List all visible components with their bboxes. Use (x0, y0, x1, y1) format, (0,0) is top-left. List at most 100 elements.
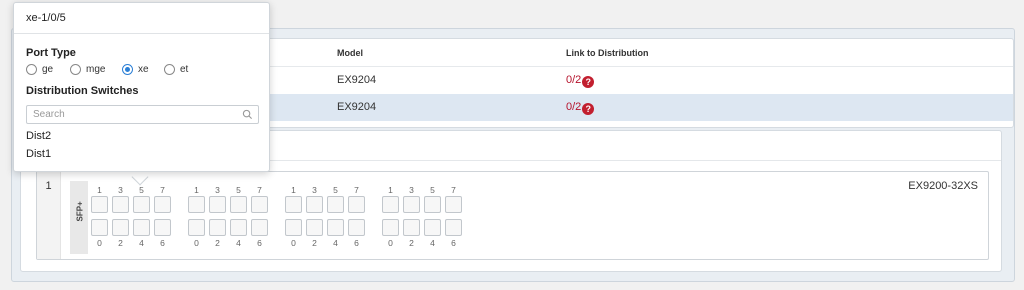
port-number-top: 1 (97, 185, 102, 195)
port-number-top: 7 (160, 185, 165, 195)
port[interactable] (91, 219, 108, 236)
port[interactable] (188, 196, 205, 213)
port[interactable] (348, 219, 365, 236)
port[interactable] (403, 219, 420, 236)
radio-circle (26, 64, 37, 75)
port[interactable] (209, 196, 226, 213)
port[interactable] (382, 196, 399, 213)
port-number-top: 3 (215, 185, 220, 195)
row-1-model: EX9204 (337, 74, 377, 86)
port[interactable] (424, 196, 441, 213)
port[interactable] (112, 196, 129, 213)
search-placeholder: Search (33, 109, 65, 120)
radio-et[interactable]: et (164, 64, 188, 75)
radio-ge-label: ge (42, 64, 54, 75)
port[interactable] (230, 219, 247, 236)
sfp-group-label: SFP+ (75, 201, 85, 222)
row-2-link[interactable]: 0/2? (566, 101, 595, 115)
port[interactable] (445, 219, 462, 236)
dist-item[interactable]: Dist1 (26, 148, 51, 160)
port[interactable] (209, 219, 226, 236)
port-number-top: 1 (291, 185, 296, 195)
port[interactable] (91, 196, 108, 213)
port[interactable] (188, 219, 205, 236)
port-number-bottom: 0 (291, 238, 296, 248)
row-2-model: EX9204 (337, 101, 377, 113)
radio-circle (70, 64, 81, 75)
port-number-top: 1 (388, 185, 393, 195)
port[interactable] (327, 196, 344, 213)
chassis-view (36, 171, 989, 260)
port[interactable] (327, 219, 344, 236)
port-number-bottom: 6 (354, 238, 359, 248)
port[interactable] (285, 219, 302, 236)
header-link-to-distribution: Link to Distribution (566, 48, 649, 58)
help-icon[interactable]: ? (582, 76, 595, 88)
dist-item[interactable]: Dist2 (26, 130, 51, 142)
port[interactable] (230, 196, 247, 213)
radio-xe[interactable]: xe (122, 64, 149, 75)
port-number-top: 7 (451, 185, 456, 195)
port[interactable] (251, 219, 268, 236)
port[interactable] (154, 219, 171, 236)
radio-ge[interactable]: ge (26, 64, 53, 75)
radio-circle (164, 64, 175, 75)
line-card-model: EX9200-32XS (908, 180, 978, 192)
port-number-bottom: 2 (409, 238, 414, 248)
port-number-bottom: 2 (312, 238, 317, 248)
port-number-top: 7 (354, 185, 359, 195)
popover-title: xe-1/0/5 (26, 12, 66, 24)
port-number-top: 5 (333, 185, 338, 195)
port-number-top: 5 (430, 185, 435, 195)
port-number-bottom: 6 (257, 238, 262, 248)
port[interactable] (154, 196, 171, 213)
search-icon (242, 109, 253, 120)
port-number-top: 3 (118, 185, 123, 195)
port[interactable] (424, 219, 441, 236)
row-2-link-value: 0/2 (566, 101, 582, 113)
radio-mge[interactable]: mge (70, 64, 105, 75)
port[interactable] (133, 196, 150, 213)
port[interactable] (348, 196, 365, 213)
port-number-bottom: 2 (118, 238, 123, 248)
port-number-bottom: 6 (451, 238, 456, 248)
port-number-top: 5 (236, 185, 241, 195)
port-number-bottom: 4 (236, 238, 241, 248)
port-number-bottom: 4 (430, 238, 435, 248)
port[interactable] (306, 196, 323, 213)
slot-number: 1 (37, 172, 61, 259)
header-model: Model (337, 48, 363, 58)
row-1-link-value: 0/2 (566, 74, 582, 86)
radio-circle-selected (122, 64, 133, 75)
port-number-bottom: 6 (160, 238, 165, 248)
port-number-bottom: 2 (215, 238, 220, 248)
port-type-label: Port Type (26, 47, 76, 59)
radio-xe-label: xe (138, 64, 149, 75)
search-input[interactable]: Search (26, 105, 259, 124)
port-popover: xe-1/0/5 Port Type ge mge xe et Distribu… (13, 2, 270, 172)
port[interactable] (285, 196, 302, 213)
popover-divider (14, 33, 269, 34)
row-1-link[interactable]: 0/2? (566, 74, 595, 88)
radio-mge-label: mge (86, 64, 106, 75)
port[interactable] (306, 219, 323, 236)
port[interactable] (112, 219, 129, 236)
port[interactable] (445, 196, 462, 213)
port-number-bottom: 0 (194, 238, 199, 248)
port-number-bottom: 4 (139, 238, 144, 248)
port[interactable] (251, 196, 268, 213)
port[interactable] (382, 219, 399, 236)
distribution-switches-label: Distribution Switches (26, 85, 139, 97)
port-number-bottom: 0 (388, 238, 393, 248)
port-number-top: 1 (194, 185, 199, 195)
port-number-bottom: 4 (333, 238, 338, 248)
port-number-bottom: 0 (97, 238, 102, 248)
port-number-top: 5 (139, 185, 144, 195)
port-number-top: 7 (257, 185, 262, 195)
port-number-top: 3 (409, 185, 414, 195)
radio-et-label: et (180, 64, 189, 75)
port[interactable] (133, 219, 150, 236)
port[interactable] (403, 196, 420, 213)
help-icon[interactable]: ? (582, 103, 595, 115)
port-number-top: 3 (312, 185, 317, 195)
